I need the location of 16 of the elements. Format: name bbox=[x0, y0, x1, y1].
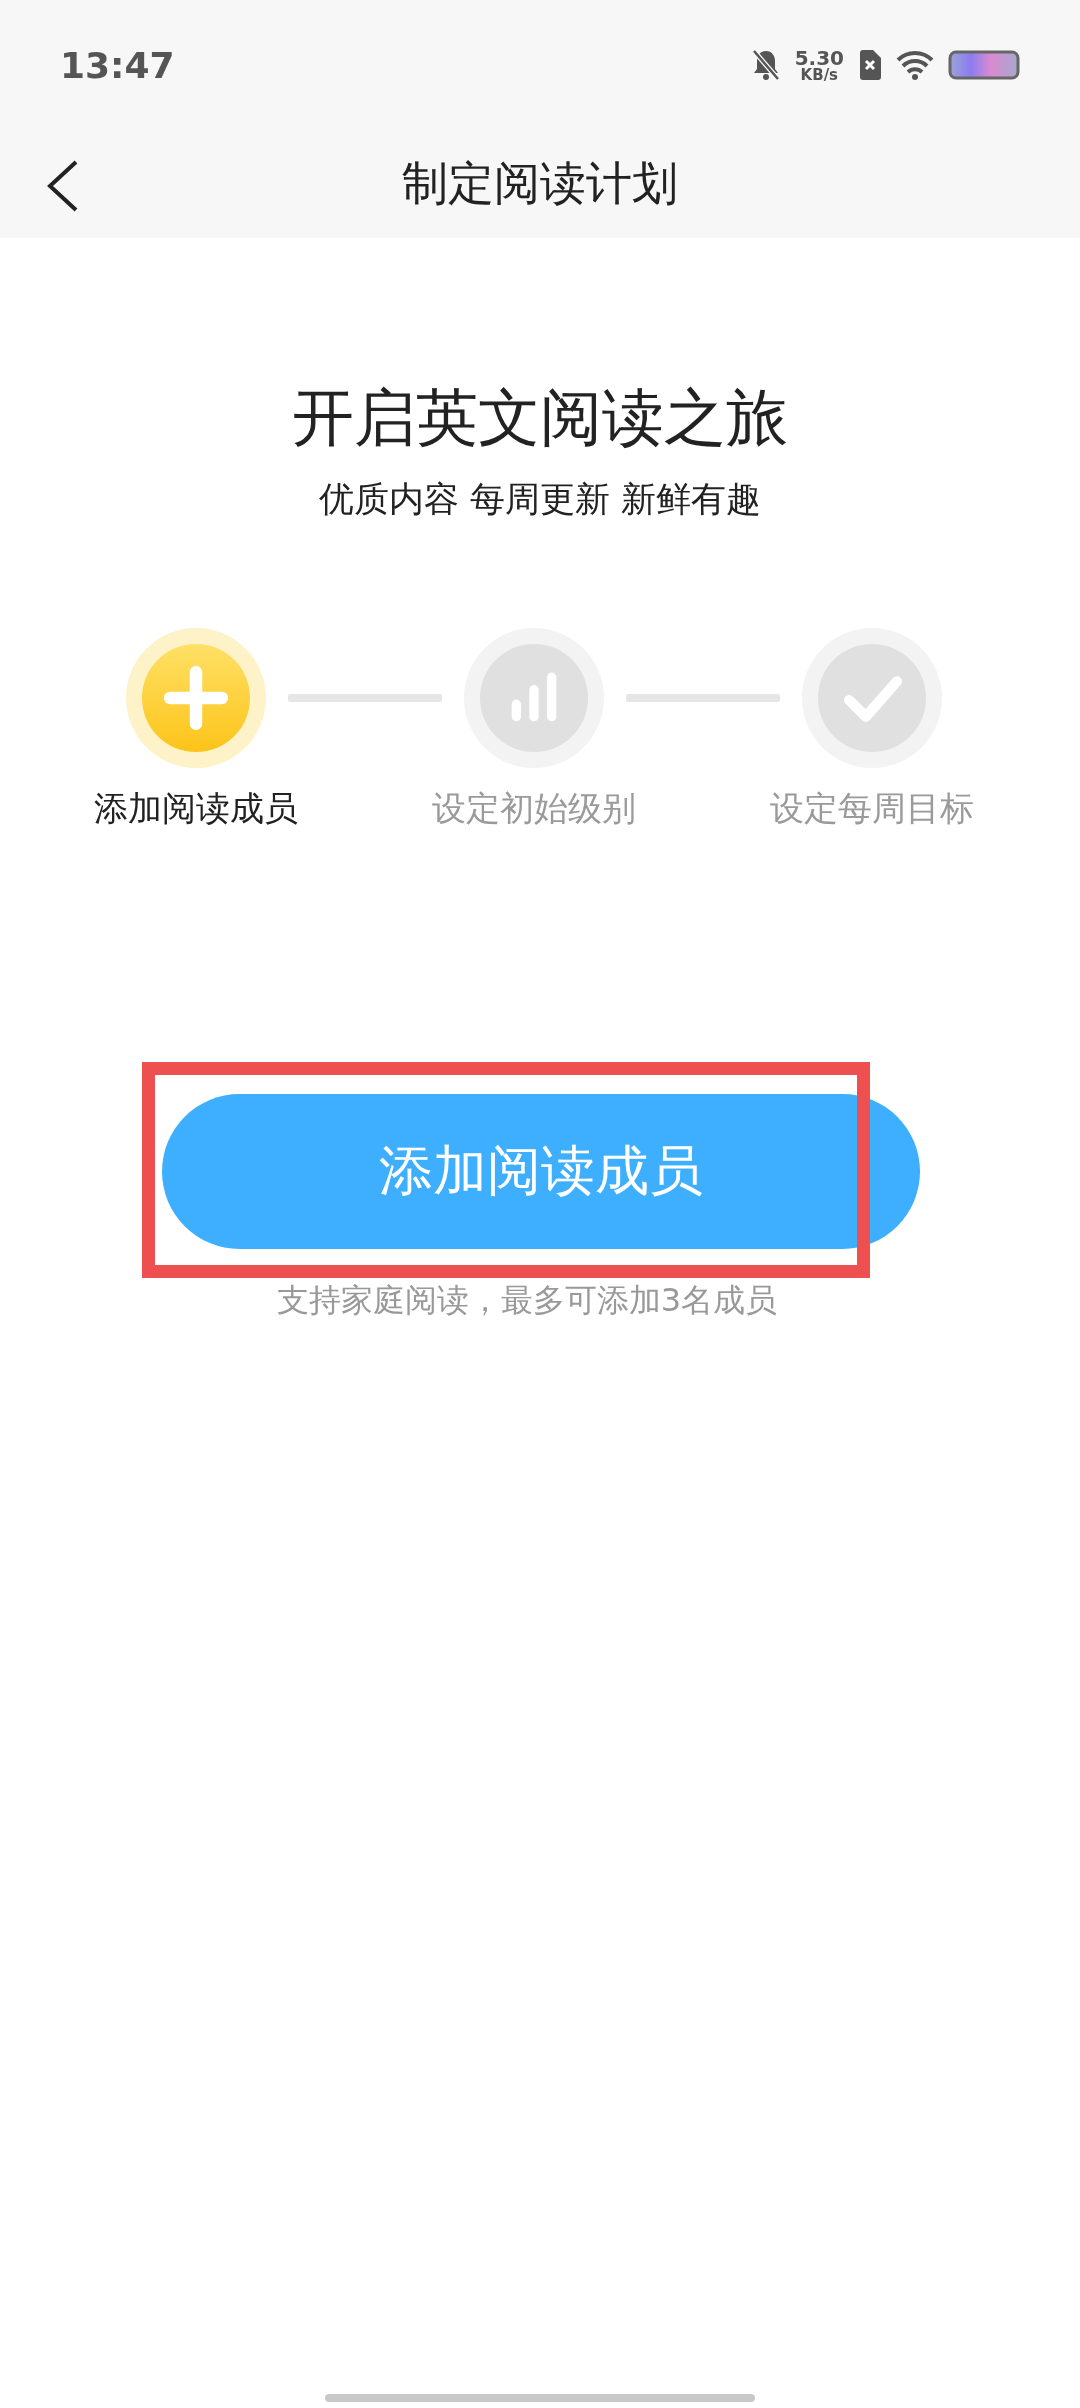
sim-card-icon bbox=[858, 49, 882, 81]
hero-title: 开启英文阅读之旅 bbox=[292, 380, 788, 456]
member-limit-note: 支持家庭阅读，最多可添加3名成员 bbox=[275, 1280, 779, 1321]
network-speed-unit: KB/s bbox=[800, 67, 839, 83]
step-label: 添加阅读成员 bbox=[94, 787, 298, 830]
step-label: 设定每周目标 bbox=[770, 787, 974, 830]
network-speed: 5.30 bbox=[794, 47, 844, 68]
back-icon[interactable] bbox=[46, 160, 80, 212]
bell-off-icon bbox=[750, 48, 781, 82]
add-member-button[interactable]: 添加阅读成员 bbox=[162, 1094, 920, 1249]
page-title: 制定阅读计划 bbox=[402, 155, 678, 212]
clock-time: 13:47 bbox=[60, 44, 176, 86]
wifi-icon bbox=[896, 50, 934, 80]
step-label: 设定初始级别 bbox=[432, 787, 636, 830]
battery-icon bbox=[948, 50, 1020, 80]
hero-subtitle: 优质内容 每周更新 新鲜有趣 bbox=[318, 478, 762, 521]
